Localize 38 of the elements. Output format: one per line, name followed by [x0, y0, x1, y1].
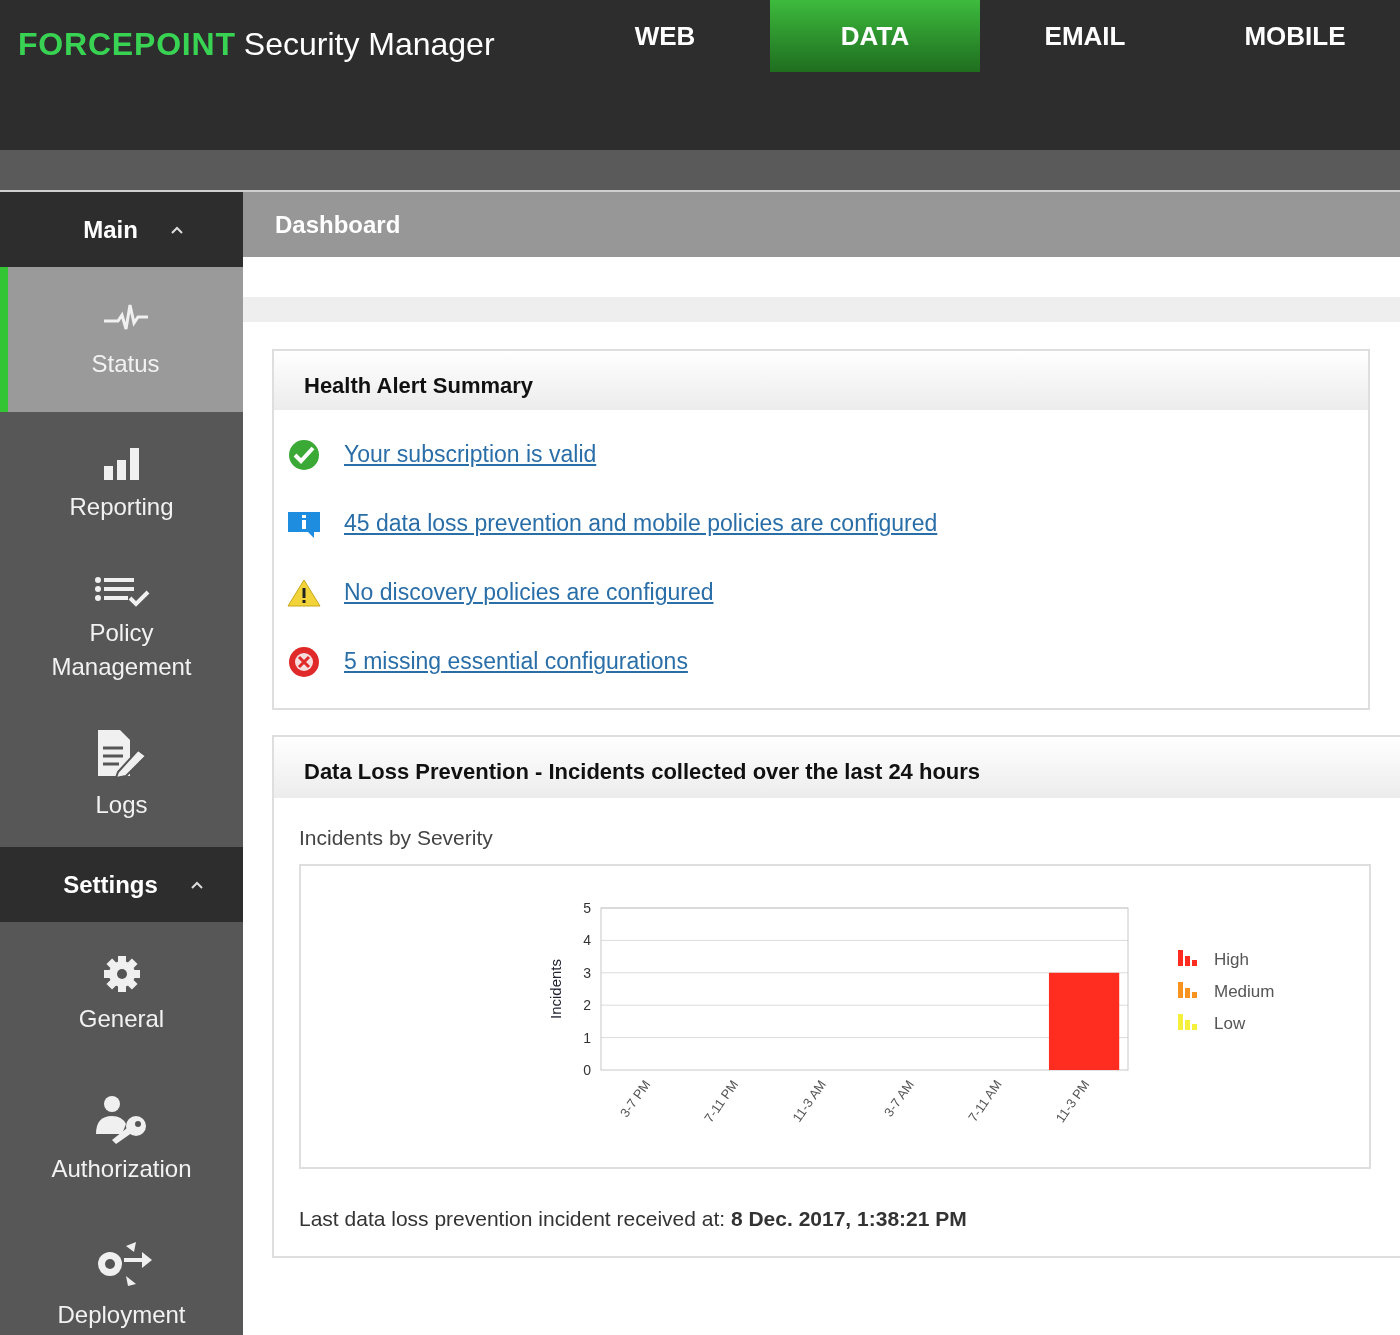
page-title: Dashboard	[275, 209, 401, 240]
caret-icon	[169, 224, 184, 235]
nav-tab[interactable]: WEB	[560, 0, 770, 72]
y-tick-label: 5	[583, 899, 591, 916]
brand-logo: FORCEPOINT	[18, 25, 236, 64]
caret-icon	[189, 879, 204, 890]
legend-label: High	[1214, 949, 1249, 969]
last-incident-text: Last data loss prevention incident received at: 8 Dec. 2017, 1:38:21 PM	[298, 1205, 968, 1232]
checklist-icon	[93, 575, 150, 608]
y-tick-label: 3	[583, 964, 591, 981]
nav-tab[interactable]: MOBILE	[1190, 0, 1400, 72]
y-tick-label: 2	[583, 996, 591, 1013]
y-axis-label: Incidents	[547, 958, 564, 1019]
section-title: Main	[83, 214, 138, 245]
product-name: Security Manager	[243, 25, 495, 64]
bar-chart-icon	[101, 445, 142, 482]
check-icon	[286, 438, 322, 471]
error-icon	[286, 645, 322, 678]
gear-icon	[101, 953, 142, 994]
x-tick-label: 3-7 PM	[617, 1076, 654, 1120]
section-header[interactable]: Settings	[0, 847, 243, 922]
alert-link[interactable]: No discovery policies are configured	[344, 575, 714, 610]
alert-link[interactable]: 5 missing essential configurations	[344, 644, 688, 679]
nav-tab[interactable]: EMAIL	[980, 0, 1190, 72]
nav-tab[interactable]: DATA	[770, 0, 980, 72]
x-tick-label: 7-11 AM	[965, 1076, 1005, 1125]
section-title: Settings	[63, 869, 158, 900]
section-header[interactable]: Main	[0, 192, 243, 267]
y-tick-label: 4	[583, 931, 591, 948]
chart-title: Incidents by Severity	[298, 825, 494, 851]
y-tick-label: 1	[583, 1029, 591, 1046]
alert-link[interactable]: Your subscription is valid	[344, 437, 597, 472]
x-tick-label: 3-7 AM	[880, 1076, 917, 1119]
legend-label: Medium	[1214, 981, 1275, 1001]
x-tick-label: 7-11 PM	[701, 1076, 742, 1125]
legend-label: Low	[1214, 1013, 1246, 1033]
alert-link[interactable]: 45 data loss prevention and mobile policies are configured	[344, 506, 938, 541]
y-tick-label: 0	[583, 1061, 591, 1078]
